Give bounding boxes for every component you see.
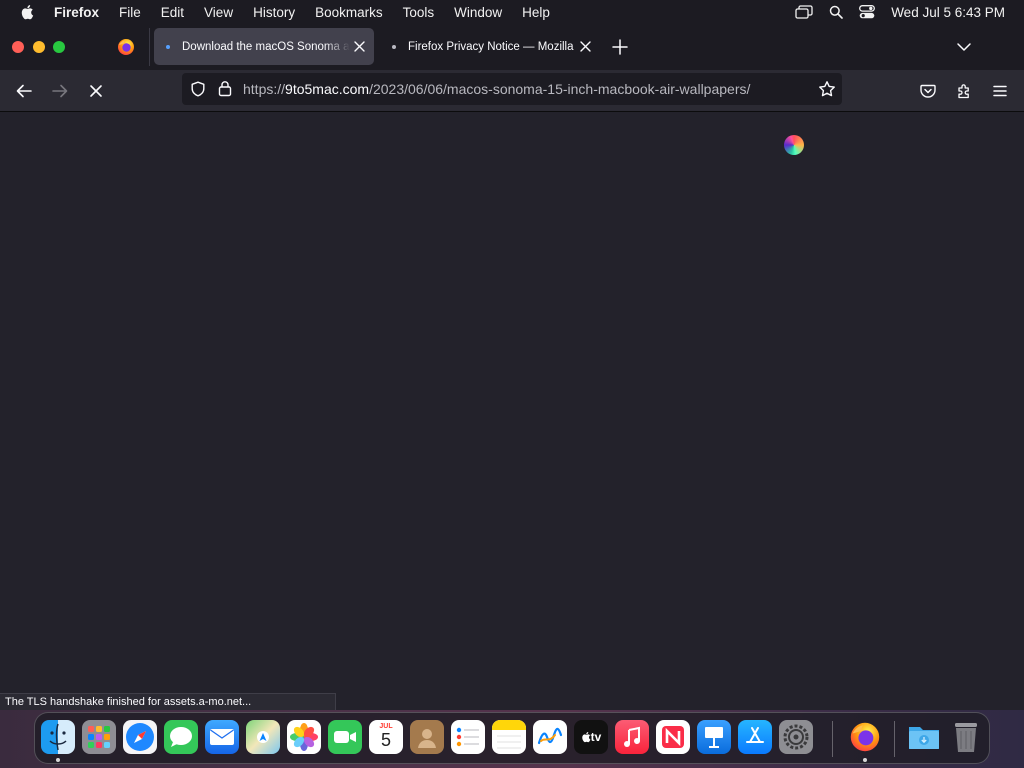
address-bar[interactable]: https://9to5mac.com/2023/06/06/macos-son… — [182, 73, 842, 105]
contacts-icon[interactable] — [410, 720, 444, 754]
safari-icon[interactable] — [123, 720, 157, 754]
close-tab-icon[interactable] — [579, 40, 592, 53]
running-indicator-dot — [56, 758, 60, 762]
macos-menu-bar: Firefox File Edit View History Bookmarks… — [0, 0, 1024, 24]
news-icon[interactable] — [656, 720, 690, 754]
photos-icon[interactable] — [287, 720, 321, 754]
url-scheme: https:// — [243, 81, 286, 97]
apple-tv-icon[interactable]: tv — [574, 720, 608, 754]
back-arrow-icon[interactable] — [14, 81, 34, 101]
stop-loading-icon[interactable] — [86, 81, 106, 101]
dock: JUL 5 tv — [34, 712, 990, 764]
messages-icon[interactable] — [164, 720, 198, 754]
url-text[interactable]: https://9to5mac.com/2023/06/06/macos-son… — [243, 81, 750, 97]
reminders-icon[interactable] — [451, 720, 485, 754]
calendar-day: 5 — [380, 730, 391, 750]
list-all-tabs-chevron-icon[interactable] — [956, 40, 972, 54]
firefox-icon — [118, 39, 134, 55]
url-host: 9to5mac.com — [285, 81, 370, 97]
navigation-toolbar: https://9to5mac.com/2023/06/06/macos-son… — [0, 70, 1024, 112]
tv-label: tv — [590, 730, 602, 744]
freeform-icon[interactable] — [533, 720, 567, 754]
dock-separator — [894, 721, 895, 757]
downloads-folder-icon[interactable] — [907, 720, 941, 754]
menu-app-name[interactable]: Firefox — [54, 5, 99, 20]
screen-mirroring-icon[interactable] — [795, 5, 813, 19]
tab-loading-indicator — [392, 44, 396, 49]
url-path: /2023/06/06/macos-sonoma-15-inch-macbook… — [369, 81, 751, 97]
tab-download-macos-sonoma[interactable]: Download the macOS Sonoma and — [154, 28, 374, 65]
menu-bookmarks[interactable]: Bookmarks — [315, 5, 383, 20]
control-center-icon[interactable] — [859, 5, 876, 19]
system-settings-icon[interactable] — [779, 720, 813, 754]
tab-bar: Download the macOS Sonoma and Firefox Pr… — [0, 24, 1024, 70]
tab-loading-indicator — [166, 44, 170, 49]
launchpad-icon[interactable] — [82, 720, 116, 754]
fullscreen-window-button[interactable] — [53, 41, 65, 53]
forward-arrow-icon[interactable] — [50, 81, 70, 101]
tab-title: Download the macOS Sonoma and — [182, 40, 350, 53]
lock-icon[interactable] — [218, 80, 232, 97]
loading-ball-icon — [784, 135, 804, 155]
bookmark-star-icon[interactable] — [818, 80, 836, 98]
trash-icon[interactable] — [949, 720, 983, 754]
maps-icon[interactable] — [246, 720, 280, 754]
app-store-icon[interactable] — [738, 720, 772, 754]
dock-separator — [832, 721, 833, 757]
calendar-icon[interactable]: JUL 5 — [369, 720, 403, 754]
pinned-tab-firefox[interactable] — [110, 32, 142, 62]
mail-icon[interactable] — [205, 720, 239, 754]
new-tab-plus-icon[interactable] — [611, 38, 629, 56]
menu-help[interactable]: Help — [522, 5, 550, 20]
menu-view[interactable]: View — [204, 5, 233, 20]
close-window-button[interactable] — [12, 41, 24, 53]
facetime-icon[interactable] — [328, 720, 362, 754]
music-icon[interactable] — [615, 720, 649, 754]
pocket-icon[interactable] — [918, 81, 938, 101]
firefox-window: Download the macOS Sonoma and Firefox Pr… — [0, 24, 1024, 710]
close-tab-icon[interactable] — [353, 40, 366, 53]
apple-menu-icon[interactable] — [18, 3, 36, 21]
notes-icon[interactable] — [492, 720, 526, 754]
extensions-puzzle-icon[interactable] — [954, 81, 974, 101]
menu-window[interactable]: Window — [454, 5, 502, 20]
menubar-clock[interactable]: Wed Jul 5 6:43 PM — [891, 5, 1005, 20]
hamburger-menu-icon[interactable] — [990, 81, 1010, 101]
calendar-month: JUL — [379, 723, 393, 730]
tab-separator — [149, 28, 150, 66]
firefox-dock-icon[interactable] — [848, 720, 882, 754]
menu-tools[interactable]: Tools — [403, 5, 435, 20]
keynote-icon[interactable] — [697, 720, 731, 754]
running-indicator-dot — [863, 758, 867, 762]
spotlight-search-icon[interactable] — [829, 5, 843, 19]
minimize-window-button[interactable] — [33, 41, 45, 53]
page-content — [0, 113, 1024, 710]
menu-history[interactable]: History — [253, 5, 295, 20]
menu-edit[interactable]: Edit — [161, 5, 184, 20]
finder-icon[interactable] — [41, 720, 75, 754]
menu-file[interactable]: File — [119, 5, 141, 20]
tab-firefox-privacy-notice[interactable]: Firefox Privacy Notice — Mozilla — [380, 28, 600, 65]
tab-title: Firefox Privacy Notice — Mozilla — [408, 40, 574, 53]
tracking-protection-shield-icon[interactable] — [190, 81, 206, 97]
